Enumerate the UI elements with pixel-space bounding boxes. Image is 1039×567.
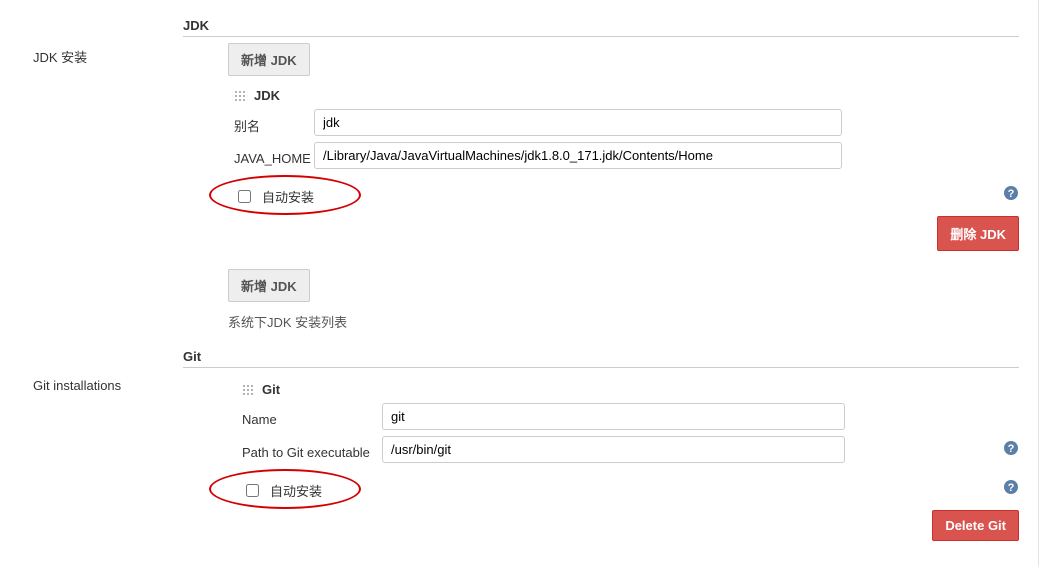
- drag-handle-icon[interactable]: [242, 384, 254, 396]
- label-git-path: Path to Git executable: [242, 439, 382, 460]
- svg-text:?: ?: [1008, 482, 1015, 494]
- git-path-input[interactable]: [382, 436, 845, 463]
- jdk-auto-install-checkbox[interactable]: [238, 190, 251, 203]
- label-auto-install: 自动安装: [270, 481, 322, 500]
- delete-jdk-button[interactable]: 删除 JDK: [937, 216, 1019, 251]
- help-icon[interactable]: ?: [1003, 440, 1019, 456]
- add-jdk-button-bottom[interactable]: 新增 JDK: [228, 269, 310, 302]
- label-git-installations: Git installations: [20, 368, 228, 393]
- jdk-list-caption: 系统下JDK 安装列表: [228, 312, 1019, 331]
- git-block-title: Git: [262, 382, 280, 397]
- git-name-input[interactable]: [382, 403, 845, 430]
- jdk-alias-input[interactable]: [314, 109, 842, 136]
- label-auto-install: 自动安装: [262, 187, 314, 206]
- help-icon[interactable]: ?: [1003, 185, 1019, 201]
- svg-text:?: ?: [1008, 443, 1015, 455]
- drag-handle-icon[interactable]: [234, 90, 246, 102]
- label-java-home: JAVA_HOME: [234, 145, 314, 166]
- section-heading-git: Git: [183, 345, 1019, 368]
- delete-git-button[interactable]: Delete Git: [932, 510, 1019, 541]
- section-heading-jdk: JDK: [183, 14, 1019, 37]
- help-icon[interactable]: ?: [1003, 479, 1019, 495]
- label-alias: 别名: [234, 110, 314, 135]
- jdk-javahome-input[interactable]: [314, 142, 842, 169]
- git-auto-install-checkbox[interactable]: [246, 484, 259, 497]
- label-git-name: Name: [242, 406, 382, 427]
- svg-text:?: ?: [1008, 188, 1015, 200]
- jdk-block-title: JDK: [254, 88, 280, 103]
- add-jdk-button-top[interactable]: 新增 JDK: [228, 43, 310, 76]
- label-jdk-install: JDK 安装: [20, 37, 228, 66]
